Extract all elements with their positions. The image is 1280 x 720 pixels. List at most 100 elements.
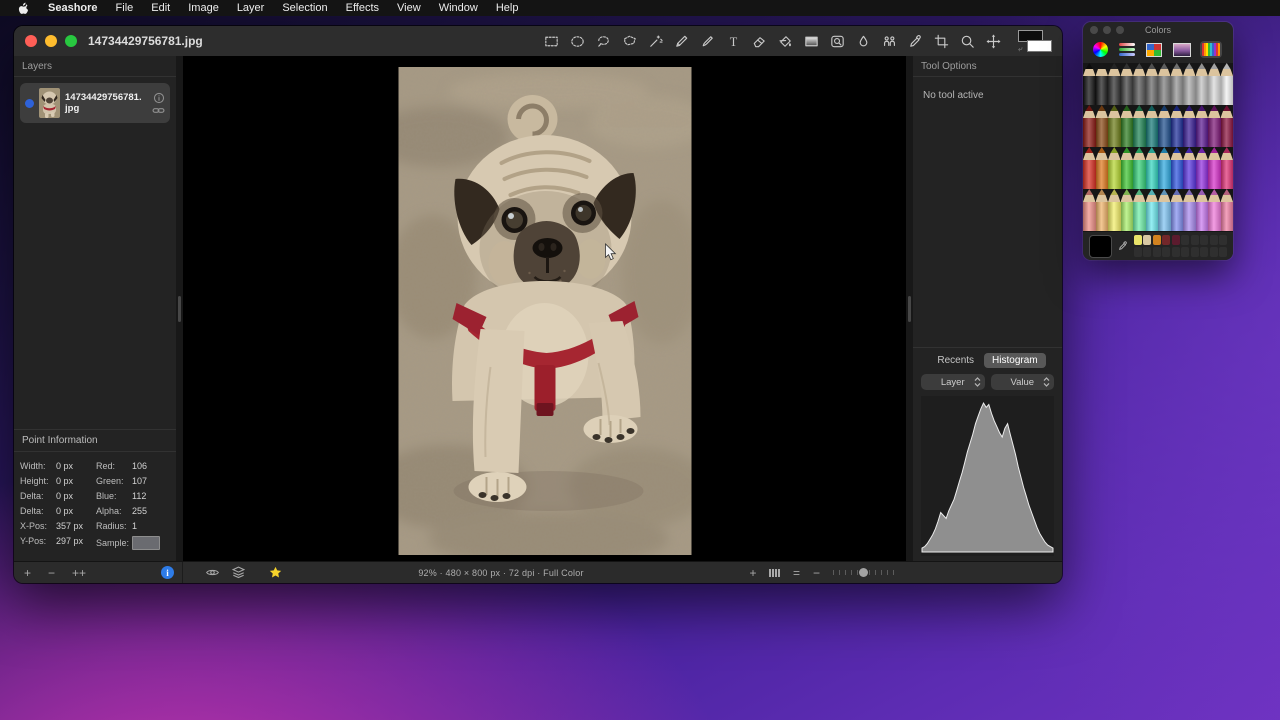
- menu-item-view[interactable]: View: [388, 0, 430, 16]
- empty-swatch-slot[interactable]: [1134, 246, 1142, 257]
- favorites-star-icon[interactable]: [269, 566, 282, 579]
- colors-titlebar[interactable]: Colors: [1083, 22, 1233, 37]
- zoom-slider[interactable]: [833, 567, 895, 578]
- add-layer-button[interactable]: +: [24, 567, 48, 579]
- empty-swatch-slot[interactable]: [1209, 246, 1218, 257]
- eyedropper-icon[interactable]: [1117, 240, 1129, 252]
- zoom-icon[interactable]: [958, 32, 976, 50]
- stamp-icon[interactable]: [828, 32, 846, 50]
- tab-recents[interactable]: Recents: [929, 353, 982, 368]
- pencil-color[interactable]: [1133, 63, 1146, 105]
- pencil-color[interactable]: [1133, 189, 1146, 231]
- position-icon[interactable]: [984, 32, 1002, 50]
- pencil-color[interactable]: [1158, 63, 1171, 105]
- color-image-icon[interactable]: [1171, 41, 1193, 59]
- colors-minimize-button[interactable]: [1103, 25, 1111, 34]
- info-toggle-button[interactable]: i: [161, 566, 174, 579]
- minimize-button[interactable]: [45, 35, 57, 47]
- bucket-icon[interactable]: [776, 32, 794, 50]
- recent-swatch[interactable]: [1162, 235, 1171, 246]
- swap-colors-icon[interactable]: ⤶: [1018, 45, 1022, 53]
- clone-icon[interactable]: [880, 32, 898, 50]
- zoom-in-button[interactable]: +: [749, 567, 756, 579]
- empty-swatch-slot[interactable]: [1143, 246, 1152, 257]
- eyedropper-icon[interactable]: [906, 32, 924, 50]
- pencil-color[interactable]: [1120, 105, 1133, 147]
- pencil-color[interactable]: [1095, 63, 1108, 105]
- pencil-color[interactable]: [1145, 189, 1158, 231]
- empty-swatch-slot[interactable]: [1152, 246, 1161, 257]
- pencil-color[interactable]: [1095, 189, 1108, 231]
- pencil-color[interactable]: [1183, 147, 1196, 189]
- pencil-color[interactable]: [1220, 147, 1233, 189]
- menu-item-edit[interactable]: Edit: [142, 0, 179, 16]
- pencil-color[interactable]: [1208, 63, 1221, 105]
- pencil-color[interactable]: [1158, 189, 1171, 231]
- pencil-color[interactable]: [1220, 189, 1233, 231]
- colors-zoom-button[interactable]: [1116, 25, 1124, 34]
- color-sliders-icon[interactable]: [1117, 41, 1137, 58]
- pencil-icon[interactable]: [672, 32, 690, 50]
- tab-histogram[interactable]: Histogram: [984, 353, 1046, 368]
- pencil-color[interactable]: [1145, 105, 1158, 147]
- window-titlebar[interactable]: 14734429756781.jpg T ⤶: [14, 26, 1062, 57]
- rect-select-icon[interactable]: [542, 32, 560, 50]
- value-dropdown[interactable]: Value: [990, 374, 1054, 390]
- brush-icon[interactable]: [698, 32, 716, 50]
- pencil-color[interactable]: [1195, 105, 1208, 147]
- pencil-color[interactable]: [1208, 147, 1221, 189]
- layer-visibility-dot[interactable]: [25, 98, 34, 108]
- recent-swatch[interactable]: [1143, 235, 1152, 246]
- pencil-color[interactable]: [1170, 147, 1183, 189]
- pencil-color[interactable]: [1183, 63, 1196, 105]
- layer-info-icon[interactable]: [153, 92, 165, 104]
- menu-item-image[interactable]: Image: [179, 0, 228, 16]
- pencil-color[interactable]: [1145, 147, 1158, 189]
- recent-swatch[interactable]: [1171, 235, 1180, 246]
- bars-icon[interactable]: [769, 568, 780, 577]
- pencil-color[interactable]: [1083, 147, 1096, 189]
- text-icon[interactable]: T: [724, 32, 742, 50]
- color-pencils-icon[interactable]: [1200, 41, 1222, 58]
- layer-link-icon[interactable]: [152, 106, 165, 115]
- empty-swatch-slot[interactable]: [1200, 235, 1209, 246]
- pencil-color[interactable]: [1120, 147, 1133, 189]
- color-wells[interactable]: ⤶: [1016, 29, 1052, 53]
- pencil-color[interactable]: [1108, 189, 1121, 231]
- empty-swatch-slot[interactable]: [1219, 235, 1227, 246]
- empty-swatch-slot[interactable]: [1219, 246, 1227, 257]
- empty-swatch-slot[interactable]: [1181, 246, 1190, 257]
- pencil-color[interactable]: [1220, 63, 1233, 105]
- pencil-color[interactable]: [1095, 105, 1108, 147]
- zoom-window-button[interactable]: [65, 35, 77, 47]
- pencil-color[interactable]: [1158, 105, 1171, 147]
- wand-icon[interactable]: [646, 32, 664, 50]
- pencil-color[interactable]: [1170, 63, 1183, 105]
- pencil-color[interactable]: [1120, 63, 1133, 105]
- gradient-icon[interactable]: [802, 32, 820, 50]
- close-button[interactable]: [25, 35, 37, 47]
- menu-item-layer[interactable]: Layer: [228, 0, 274, 16]
- current-color-swatch[interactable]: [1089, 234, 1112, 258]
- pencil-color[interactable]: [1145, 63, 1158, 105]
- empty-swatch-slot[interactable]: [1171, 246, 1180, 257]
- eraser-icon[interactable]: [750, 32, 768, 50]
- pencil-color[interactable]: [1208, 105, 1221, 147]
- colors-close-button[interactable]: [1090, 25, 1098, 34]
- color-palette-icon[interactable]: [1144, 41, 1164, 59]
- pencil-color[interactable]: [1183, 105, 1196, 147]
- empty-swatch-slot[interactable]: [1162, 246, 1171, 257]
- lasso-icon[interactable]: [594, 32, 612, 50]
- pencil-color[interactable]: [1083, 63, 1096, 105]
- menu-item-seashore[interactable]: Seashore: [39, 0, 107, 16]
- pencil-color[interactable]: [1133, 147, 1146, 189]
- pencil-color[interactable]: [1108, 147, 1121, 189]
- empty-swatch-slot[interactable]: [1190, 246, 1199, 257]
- empty-swatch-slot[interactable]: [1181, 235, 1190, 246]
- panel-splitter-right[interactable]: [906, 56, 913, 562]
- menu-item-selection[interactable]: Selection: [273, 0, 336, 16]
- apple-menu[interactable]: [8, 2, 39, 15]
- layers-stack-icon[interactable]: [231, 565, 246, 580]
- polygon-lasso-icon[interactable]: [620, 32, 638, 50]
- pencil-color[interactable]: [1220, 105, 1233, 147]
